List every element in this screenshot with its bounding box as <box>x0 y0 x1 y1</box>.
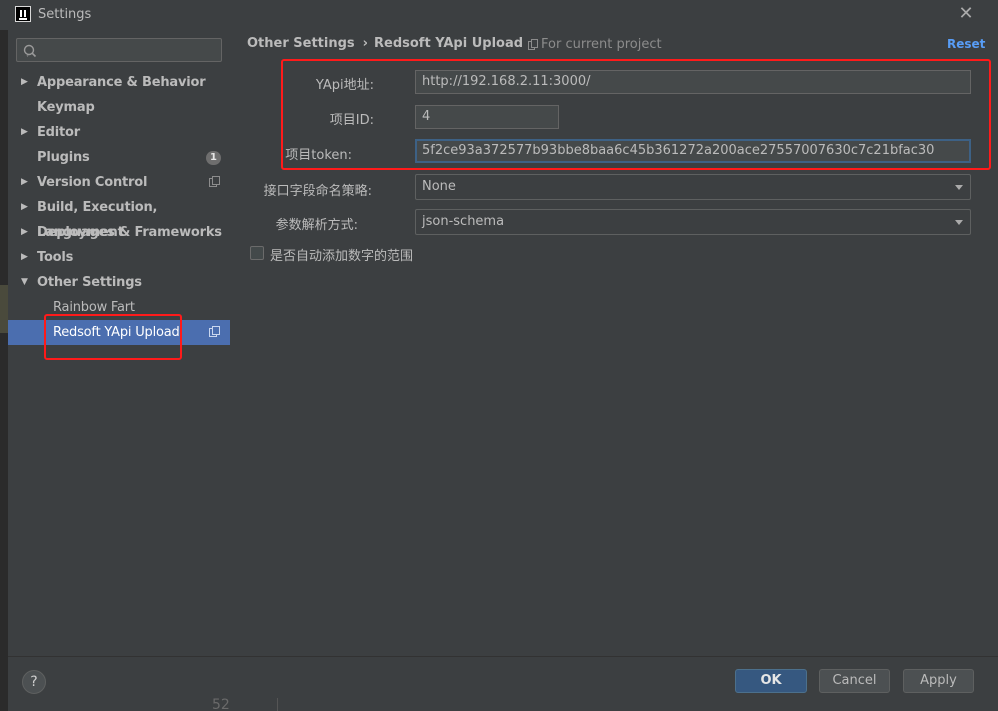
background-line-number: 52 <box>212 697 230 711</box>
dropdown-value: json-schema <box>422 214 505 229</box>
sidebar-item-label: Keymap <box>37 100 95 115</box>
sidebar-item-build-execution-deployment[interactable]: ▶ Build, Execution, Deployment <box>8 195 230 240</box>
ok-button[interactable]: OK <box>735 669 807 693</box>
expand-arrow-icon: ▶ <box>21 177 28 187</box>
dropdown-value: None <box>422 179 456 194</box>
background-gutter-line <box>277 698 278 711</box>
sidebar-item-label: Languages & Frameworks <box>37 225 222 240</box>
sidebar-item-label: Editor <box>37 125 80 140</box>
expand-arrow-icon: ▶ <box>21 252 28 262</box>
sidebar-item-label: Appearance & Behavior <box>37 75 206 90</box>
scope-label: For current project <box>541 37 662 52</box>
yapi-url-field[interactable]: http://192.168.2.11:3000/ <box>415 70 971 94</box>
close-window-button[interactable]: ✕ <box>955 3 977 25</box>
sidebar-item-label: Plugins <box>37 150 90 165</box>
close-icon: ✕ <box>958 3 974 24</box>
expand-arrow-icon: ▶ <box>21 127 28 137</box>
sidebar-item-editor[interactable]: ▶ Editor <box>8 120 230 145</box>
settings-sidebar: ▶ Appearance & Behavior Keymap ▶ Editor … <box>8 30 230 656</box>
sidebar-item-redsoft-yapi-upload[interactable]: Redsoft YApi Upload <box>8 320 230 345</box>
chevron-down-icon <box>955 185 963 190</box>
sidebar-item-version-control[interactable]: ▶ Version Control <box>8 170 230 195</box>
expand-arrow-icon: ▶ <box>21 227 28 237</box>
sidebar-item-label: Tools <box>37 250 74 265</box>
search-icon <box>23 44 37 58</box>
sidebar-item-plugins[interactable]: Plugins 1 <box>8 145 230 170</box>
project-scope-icon <box>528 39 538 50</box>
sidebar-item-other-settings[interactable]: ▼ Other Settings <box>8 270 230 295</box>
sidebar-item-appearance-behavior[interactable]: ▶ Appearance & Behavior <box>8 70 230 95</box>
plugins-update-badge: 1 <box>206 151 221 165</box>
yapi-url-label: YApi地址: <box>315 78 374 93</box>
project-token-label: 项目token: <box>285 148 352 163</box>
project-id-field[interactable]: 4 <box>415 105 559 129</box>
breadcrumb-current: Redsoft YApi Upload <box>374 36 524 51</box>
sidebar-item-tools[interactable]: ▶ Tools <box>8 245 230 270</box>
breadcrumb: Other Settings › Redsoft YApi Upload <box>247 36 523 51</box>
breadcrumb-parent[interactable]: Other Settings <box>247 36 355 51</box>
intellij-app-icon <box>15 6 31 22</box>
dialog-button-bar: ? OK Cancel Apply <box>8 656 998 711</box>
title-bar: Settings ✕ <box>0 0 998 30</box>
sidebar-item-keymap[interactable]: Keymap <box>8 95 230 120</box>
auto-number-range-checkbox[interactable] <box>250 246 264 260</box>
background-editor-strip <box>0 30 8 711</box>
collapse-arrow-icon: ▼ <box>21 277 28 287</box>
sidebar-item-label: Redsoft YApi Upload <box>53 325 180 340</box>
help-button[interactable]: ? <box>22 670 46 694</box>
breadcrumb-separator-icon: › <box>362 36 368 51</box>
sidebar-item-label: Other Settings <box>37 275 142 290</box>
sidebar-item-rainbow-fart[interactable]: Rainbow Fart <box>8 295 230 320</box>
project-id-label: 项目ID: <box>329 113 374 128</box>
cancel-button[interactable]: Cancel <box>819 669 890 693</box>
settings-content-panel: Other Settings › Redsoft YApi Upload For c… <box>230 30 998 656</box>
auto-number-range-label[interactable]: 是否自动添加数字的范围 <box>270 245 413 264</box>
field-naming-strategy-label: 接口字段命名策略: <box>263 184 372 199</box>
expand-arrow-icon: ▶ <box>21 77 28 87</box>
chevron-down-icon <box>955 220 963 225</box>
project-scope-icon <box>209 326 220 337</box>
sidebar-item-label: Version Control <box>37 175 148 190</box>
field-naming-strategy-dropdown[interactable]: None <box>415 174 971 200</box>
param-parse-mode-label: 参数解析方式: <box>275 218 358 233</box>
window-title: Settings <box>38 7 92 22</box>
sidebar-item-label: Rainbow Fart <box>53 300 135 315</box>
project-token-field[interactable]: 5f2ce93a372577b93bbe8baa6c45b361272a200a… <box>415 139 971 163</box>
expand-arrow-icon: ▶ <box>21 202 28 212</box>
param-parse-mode-dropdown[interactable]: json-schema <box>415 209 971 235</box>
project-scope-icon <box>209 176 220 187</box>
apply-button[interactable]: Apply <box>903 669 974 693</box>
help-icon: ? <box>30 674 38 690</box>
reset-link[interactable]: Reset <box>947 37 985 51</box>
sidebar-item-languages-frameworks[interactable]: ▶ Languages & Frameworks <box>8 220 230 245</box>
settings-search-input[interactable] <box>16 38 222 62</box>
